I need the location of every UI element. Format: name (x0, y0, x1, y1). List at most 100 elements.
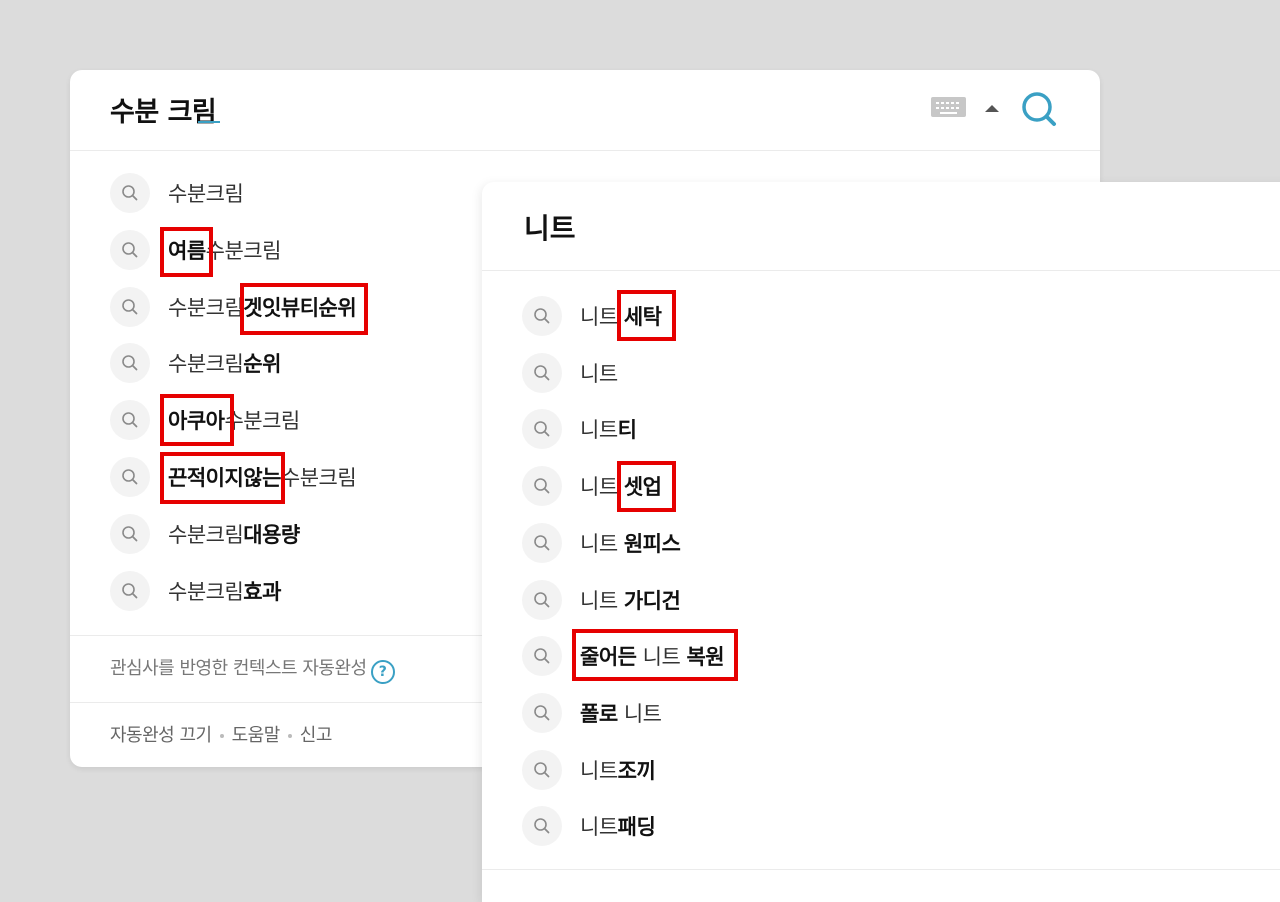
suggestion-item[interactable]: 니트패딩 (522, 806, 656, 847)
suggestion-text: 수분크림 (168, 182, 244, 206)
suggestion-label: 니트 가디건 (580, 585, 681, 615)
search-icon-circle (110, 173, 150, 213)
footer-links: 자동완성 끄기 도움말 신고 (110, 721, 332, 747)
suggestion-highlight: 폴로 (580, 701, 618, 726)
suggestion-item[interactable]: 니트 세탁 (522, 296, 662, 336)
suggestion-text: 수분크림 (168, 579, 244, 604)
suggestion-item[interactable]: 니트 (522, 352, 618, 393)
suggestion-highlight: 줄어든 (580, 645, 637, 670)
search-icon (534, 534, 550, 551)
suggestion-highlight: 아쿠아 (168, 409, 225, 434)
suggestion-label: 여름수분크림 (168, 235, 281, 265)
suggestion-highlight: 여름 (168, 238, 206, 263)
suggestion-text: 니트 (580, 305, 624, 329)
suggestion-highlight: 가디건 (623, 588, 681, 613)
suggestion-label: 줄어든 니트 복원 (580, 641, 725, 671)
suggestion-label: 니트 원피스 (580, 528, 681, 558)
cursor-underline (198, 121, 220, 123)
suggestion-text: 니트 (580, 418, 618, 443)
search-icon-circle (522, 466, 562, 507)
suggestion-highlight: 효과 (243, 579, 281, 604)
suggestion-item[interactable]: 수분크림겟잇뷰티순위 (110, 286, 357, 327)
suggestion-item[interactable]: 끈적이지않는수분크림 (110, 457, 357, 497)
separator-dot (287, 734, 292, 738)
search-icon-circle (110, 400, 150, 441)
suggestion-text: 니트 (580, 361, 618, 386)
suggestion-item[interactable]: 수분크림순위 (110, 343, 281, 384)
separator-dot (219, 734, 224, 738)
suggestion-label: 니트 (580, 358, 618, 388)
search-icon-circle (522, 522, 562, 563)
suggestion-highlight: 셋업 (623, 475, 662, 500)
suggestion-label: 수분크림 (168, 178, 244, 208)
suggestion-text: 니트 (580, 588, 624, 613)
context-info: 관심사를 반영한 컨텍스트 자동완성? (110, 654, 395, 684)
search-icon-circle (522, 692, 562, 733)
search-icon (122, 241, 138, 258)
search-input[interactable]: 니트 (524, 207, 576, 247)
suggestion-item[interactable]: 폴로 니트 (522, 692, 662, 733)
search-icon (122, 355, 138, 371)
suggestion-item[interactable]: 니트 원피스 (522, 522, 681, 563)
search-input[interactable]: 수분 크림 (110, 90, 217, 129)
suggestion-text: 니트 (580, 758, 618, 783)
search-bar: 수분 크림 (70, 70, 1100, 151)
suggestion-item[interactable]: 수분크림효과 (110, 570, 281, 611)
suggestion-label: 니트 셋업 (580, 471, 662, 501)
suggestion-highlight: 끈적이지않는 (168, 466, 281, 490)
search-icon (122, 469, 138, 485)
keyboard-icon[interactable] (931, 97, 966, 117)
suggestion-highlight: 겟잇뷰티순위 (243, 295, 357, 320)
suggestion-highlight: 대용량 (243, 522, 300, 547)
suggestion-label: 수분크림겟잇뷰티순위 (168, 292, 357, 322)
suggestion-item[interactable]: 니트 셋업 (522, 466, 662, 507)
report-link[interactable]: 신고 (300, 725, 333, 746)
autocomplete-off-link[interactable]: 자동완성 끄기 (110, 725, 212, 746)
suggestion-item[interactable]: 줄어든 니트 복원 (522, 636, 725, 677)
search-button[interactable] (1020, 90, 1058, 128)
caret-up-icon[interactable] (985, 105, 999, 112)
search-icon (1022, 92, 1056, 126)
search-bar: 니트 (482, 182, 1280, 271)
search-icon-circle (110, 229, 150, 270)
suggestion-label: 수분크림대용량 (168, 519, 300, 549)
search-icon-circle (522, 409, 562, 450)
suggestion-text: 수분크림 (280, 466, 357, 490)
suggestion-text: 니트 (580, 531, 624, 556)
search-icon-circle (110, 570, 150, 611)
suggestion-item[interactable]: 수분크림대용량 (110, 513, 300, 554)
search-icon (122, 582, 138, 598)
search-icon-circle (522, 806, 562, 847)
search-icon (534, 705, 550, 721)
search-icon-circle (522, 296, 562, 336)
suggestion-item[interactable]: 니트조끼 (522, 749, 656, 790)
suggestion-label: 수분크림순위 (168, 348, 281, 378)
suggestion-label: 수분크림효과 (168, 576, 281, 606)
suggestion-text: 수분크림 (205, 238, 282, 263)
suggestion-item[interactable]: 니트 가디건 (522, 579, 681, 620)
suggestion-highlight: 순위 (243, 352, 281, 377)
suggestion-highlight: 조끼 (617, 758, 656, 783)
help-icon[interactable]: ? (370, 660, 395, 684)
suggestion-label: 끈적이지않는수분크림 (168, 462, 357, 492)
suggestion-label: 니트티 (580, 414, 637, 444)
help-link[interactable]: 도움말 (232, 725, 281, 746)
search-icon (122, 412, 138, 428)
search-icon (534, 591, 550, 607)
suggestion-item[interactable]: 니트티 (522, 409, 637, 450)
search-icon-circle (110, 457, 150, 497)
suggestion-text: 니트 (636, 645, 687, 670)
search-icon (122, 185, 138, 201)
suggestion-item[interactable]: 여름수분크림 (110, 229, 281, 270)
search-icon (534, 648, 550, 664)
search-icon-circle (110, 513, 150, 554)
search-icon (534, 478, 550, 494)
suggestion-item[interactable]: 수분크림 (110, 173, 244, 213)
search-icon-circle (110, 286, 150, 327)
search-icon-circle (522, 579, 562, 620)
suggestion-label: 폴로 니트 (580, 698, 662, 728)
divider (482, 869, 1280, 870)
suggestion-item[interactable]: 아쿠아수분크림 (110, 400, 300, 441)
suggestion-highlight: 원피스 (623, 531, 681, 556)
search-icon (534, 761, 550, 777)
